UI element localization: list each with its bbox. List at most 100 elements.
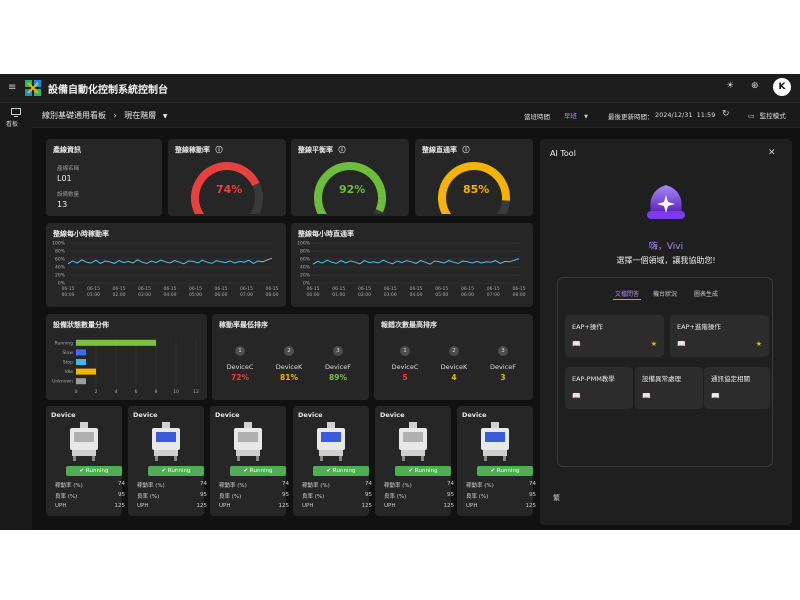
help-icon[interactable]: ⓘ: [462, 146, 469, 154]
hourly-utilization-card: 整線每小時稼動率 100% 80% 60% 40% 20% 0% 06-15 00:00 06-…: [46, 223, 286, 307]
ai-prompt: 選擇一個領域，讓我協助您!: [616, 256, 716, 265]
card-title: 整線直通率: [422, 146, 457, 154]
tab-chart-gen[interactable]: 圖表生成: [694, 289, 718, 298]
check-circle-icon: ✔: [79, 468, 85, 474]
x-tick-label: 06-15: [163, 286, 176, 292]
x-tick-label: 03:00: [384, 292, 397, 298]
y-tick-label: 40%: [300, 265, 311, 271]
uph-row: UPH 125: [55, 503, 125, 509]
star-icon[interactable]: ★: [651, 340, 657, 348]
status-bar: [76, 349, 86, 356]
util-label: 稼動率 (%): [55, 483, 83, 489]
device-card[interactable]: Device ✔ Running 稼動率 (%) 74 良率 (%) 95 UPH 1…: [210, 406, 289, 516]
x-tick-label: 06-15: [435, 286, 448, 292]
star-icon[interactable]: ★: [756, 340, 762, 348]
y-tick-label: 80%: [300, 249, 311, 255]
hourly-yield-card: 整線每小時直通率 100% 80% 60% 40% 20% 0% 06-15 00:00 06-…: [291, 223, 533, 307]
y-tick-label: 80%: [55, 249, 66, 255]
device-card[interactable]: Device ✔ Running 稼動率 (%) 74 良率 (%) 95 UPH 1…: [293, 406, 372, 516]
machine-image: [481, 422, 509, 461]
tile-label: 設備異常處理: [642, 375, 681, 383]
dashboard-content: 產線資訊 產線名稱 L01 設備數量 13 整線稼動率 ⓘ 74% 整線平衡率 …: [32, 128, 800, 530]
status-text: Running: [496, 468, 520, 474]
card-title: 整線稼動率: [175, 146, 210, 154]
ai-domain-tile[interactable]: 通訊協定相關 📖: [704, 367, 770, 409]
util-label: 稼動率 (%): [302, 483, 330, 489]
language-toggle[interactable]: 繁: [553, 493, 560, 503]
breadcrumb-root[interactable]: 線別基礎通用看板: [42, 111, 106, 120]
y-tick-label: Running: [55, 340, 74, 346]
user-avatar[interactable]: K: [773, 78, 791, 96]
x-tick-label: 01:00: [87, 292, 100, 298]
device-card[interactable]: Device ✔ Running 稼動率 (%) 74 良率 (%) 95 UPH 1…: [46, 406, 125, 516]
ai-tool-panel: AI Tool ✕ 嗨，Vivi 選擇一個領域，讓我協助您! 文檔問答 機台狀況…: [540, 139, 792, 525]
ai-domain-tile[interactable]: 設備異常處理 📖: [635, 367, 703, 409]
rank-value: 81%: [280, 373, 298, 382]
caret-down-icon: ▼: [584, 114, 588, 120]
rank-number: 2: [284, 346, 294, 356]
util-row: 稼動率 (%) 74: [137, 481, 207, 489]
refresh-icon[interactable]: ↻: [722, 110, 730, 119]
device-title: Device: [215, 411, 240, 419]
sub-header: 線別基礎通用看板 › 現在階層 ▼ 當班時間 早班 ▼ 最後更新時間： 2024…: [32, 103, 800, 128]
rank-value: 4: [451, 373, 457, 382]
app-title: 設備自動化控制系統控制台: [48, 85, 168, 96]
device-card[interactable]: Device ✔ Running 稼動率 (%) 74 良率 (%) 95 UPH 1…: [375, 406, 454, 516]
gauge-value: 85%: [463, 183, 490, 196]
tab-doc-qa[interactable]: 文檔問答: [615, 289, 639, 298]
x-tick-label: 06-15: [61, 286, 74, 292]
help-icon[interactable]: ⓘ: [215, 146, 222, 154]
device-card[interactable]: Device ✔ Running 稼動率 (%) 74 良率 (%) 95 UPH 1…: [457, 406, 536, 516]
rank-alarm-card: 報錯次數最高排序 1 2 3 DeviceC DeviceK DeviceF 5…: [374, 314, 533, 400]
breadcrumb-current[interactable]: 現在階層: [124, 111, 156, 120]
x-tick-label: 04:00: [410, 292, 423, 298]
machine-image: [234, 422, 262, 461]
ai-domain-tile[interactable]: EAP-PMM教學 📖: [565, 367, 633, 409]
app-window: ≡ 設備自動化控制系統控制台 ☀ ⊕ K 看板 線別基礎通用看板 › 現在階層 …: [0, 74, 800, 530]
ai-assistant-icon: [647, 185, 685, 219]
ai-domain-tile[interactable]: EAP+進階操作 📖 ★: [670, 315, 769, 357]
x-tick-label: 10: [173, 389, 179, 395]
util-row: 稼動率 (%) 74: [55, 481, 125, 489]
tab-machine-status[interactable]: 機台狀況: [653, 289, 677, 298]
monitor-mode-button[interactable]: ▭ 監控模式: [748, 110, 786, 120]
rank-device-name: DeviceF: [490, 363, 516, 371]
ai-domain-tile[interactable]: EAP+操作 📖 ★: [565, 315, 664, 357]
uph-row: UPH 125: [466, 503, 536, 509]
tile-label: EAP+進階操作: [677, 323, 721, 331]
tile-label: EAP-PMM教學: [572, 375, 615, 383]
book-icon: 📖: [677, 340, 686, 348]
close-icon[interactable]: ✕: [768, 149, 776, 158]
x-tick-label: 06-15: [358, 286, 371, 292]
theme-sun-icon[interactable]: ☀: [726, 82, 734, 91]
device-title: Device: [298, 411, 323, 419]
device-card[interactable]: Device ✔ Running 稼動率 (%) 74 良率 (%) 95 UPH 1…: [128, 406, 207, 516]
machine-image: [70, 422, 98, 461]
sidebar-item-dashboard[interactable]: 看板: [4, 108, 28, 128]
util-label: 稼動率 (%): [219, 483, 247, 489]
yield-label: 良率 (%): [466, 494, 489, 500]
uph-value: 125: [443, 503, 455, 509]
monitor-mode-label: 監控模式: [759, 112, 786, 120]
x-tick-label: 02:00: [113, 292, 126, 298]
x-tick-label: 05:00: [435, 292, 448, 298]
caret-down-icon[interactable]: ▼: [163, 113, 168, 120]
running-status-badge: ✔ Running: [66, 466, 122, 476]
menu-icon[interactable]: ≡: [8, 83, 16, 93]
rank-number: 1: [235, 346, 245, 356]
gauge-card-yield: 整線直通率 ⓘ 85%: [415, 139, 533, 216]
status-bar: [76, 378, 86, 385]
language-globe-icon[interactable]: ⊕: [751, 82, 759, 91]
status-bar: [76, 359, 86, 365]
status-text: Running: [332, 468, 356, 474]
check-circle-icon: ✔: [243, 468, 249, 474]
yield-label: 良率 (%): [55, 494, 78, 500]
running-status-badge: ✔ Running: [313, 466, 369, 476]
yield-label: 良率 (%): [219, 494, 242, 500]
tile-label: 通訊協定相關: [711, 375, 750, 383]
help-icon[interactable]: ⓘ: [338, 146, 345, 154]
shift-select[interactable]: 早班 ▼: [564, 110, 588, 120]
running-status-badge: ✔ Running: [148, 466, 204, 476]
uph-row: UPH 125: [137, 503, 207, 509]
x-tick-label: 06-15: [384, 286, 397, 292]
